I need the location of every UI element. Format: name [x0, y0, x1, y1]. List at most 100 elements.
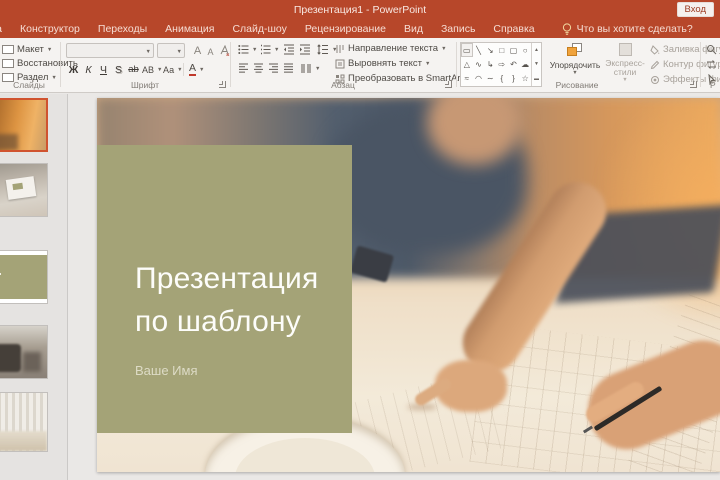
align-right-icon — [269, 63, 278, 73]
character-spacing-button[interactable]: АВ ▼ — [142, 65, 162, 75]
shape-triangle-icon[interactable]: △ — [461, 57, 473, 71]
italic-button[interactable]: К — [81, 62, 96, 77]
font-size-combobox[interactable]: ▼ — [157, 43, 185, 58]
shape-elbow-connector-icon[interactable]: ↳ — [484, 57, 496, 71]
title-bar: Презентация1 - PowerPoint Вход — [0, 0, 720, 20]
slide-canvas[interactable]: Презентация по шаблону Ваше Имя — [97, 98, 720, 472]
slide-thumbnail-1[interactable] — [0, 98, 48, 152]
paragraph-group-label: Абзац — [331, 80, 355, 90]
title-accent-panel[interactable]: Презентация по шаблону Ваше Имя — [97, 145, 352, 433]
columns-icon — [301, 64, 311, 73]
increase-indent-button[interactable] — [299, 44, 311, 55]
drawing-group-label: Рисование — [555, 80, 599, 90]
shape-uturn-arrow-icon[interactable]: ↶ — [508, 57, 520, 71]
chevron-down-icon: ▼ — [425, 60, 431, 67]
quick-styles-button[interactable]: Экспресс-стили ▼ — [604, 43, 646, 83]
shape-oval-icon[interactable]: ○ — [519, 43, 531, 57]
tab-view[interactable]: Вид — [395, 23, 432, 35]
sign-in-button[interactable]: Вход — [676, 2, 714, 17]
tab-help[interactable]: Справка — [484, 23, 543, 35]
tab-transitions[interactable]: Переходы — [89, 23, 156, 35]
tab-design[interactable]: Конструктор — [11, 23, 89, 35]
decrease-indent-icon — [284, 44, 294, 55]
line-spacing-icon — [317, 44, 328, 55]
strikethrough-button[interactable]: ab — [126, 62, 141, 77]
quick-styles-icon — [618, 43, 632, 56]
arrange-icon — [567, 43, 583, 57]
shape-line-icon[interactable]: ╲ — [473, 43, 485, 57]
font-color-button[interactable]: А ▼ — [189, 63, 204, 76]
magnifier-icon — [707, 45, 717, 55]
tab-insert[interactable]: Вставка — [0, 23, 11, 35]
shape-arrow-icon[interactable]: ↘ — [484, 43, 496, 57]
tab-animations[interactable]: Анимация — [156, 23, 223, 35]
numbering-button[interactable]: ▼ — [260, 44, 279, 55]
bullets-button[interactable]: ▼ — [238, 44, 257, 55]
slide-thumbnail-panel[interactable] — [0, 94, 68, 480]
align-text-icon — [335, 59, 345, 68]
shape-text-box-icon[interactable]: ▭ — [461, 43, 473, 58]
tab-review[interactable]: Рецензирование — [296, 23, 395, 35]
ribbon-tab-bar: Вставка Конструктор Переходы Анимация Сл… — [0, 20, 720, 38]
shape-cloud-icon[interactable]: ☁ — [519, 57, 531, 71]
scroll-up-icon[interactable]: ▲ — [532, 43, 541, 57]
slides-group-label: Слайды — [13, 80, 45, 90]
underline-button[interactable]: Ч — [96, 62, 111, 77]
workspace: Презентация по шаблону Ваше Имя — [0, 94, 720, 480]
align-left-button[interactable] — [238, 63, 249, 74]
scroll-down-icon[interactable]: ▼ — [532, 57, 541, 71]
clear-formatting-icon — [220, 45, 230, 56]
shrink-font-button[interactable]: А — [203, 44, 218, 59]
shape-block-arrow-icon[interactable]: ⇨ — [496, 57, 508, 71]
chevron-down-icon: ▼ — [157, 67, 163, 73]
layout-button[interactable]: Макет ▼ — [2, 44, 52, 55]
lightbulb-icon — [562, 22, 571, 35]
chevron-down-icon: ▼ — [252, 46, 258, 53]
increase-indent-icon — [300, 44, 310, 55]
decrease-indent-button[interactable] — [283, 44, 295, 55]
slide-thumbnail-5[interactable] — [0, 392, 48, 452]
chevron-down-icon: ▼ — [46, 46, 53, 53]
text-direction-button[interactable]: Направление текста ▼ — [335, 43, 447, 54]
paragraph-dialog-launcher-icon[interactable] — [445, 81, 452, 88]
align-left-icon — [239, 63, 248, 73]
text-shadow-button[interactable]: S — [111, 62, 126, 77]
bullets-icon — [238, 45, 249, 54]
font-dialog-launcher-icon[interactable] — [219, 81, 226, 88]
slide-thumbnail-4[interactable] — [0, 325, 48, 379]
bold-button[interactable]: Ж — [66, 62, 81, 77]
justify-button[interactable] — [283, 63, 294, 74]
chevron-down-icon: ▼ — [315, 65, 321, 72]
shape-rectangle-icon[interactable]: □ — [496, 43, 508, 57]
numbering-icon — [261, 44, 271, 55]
tell-me-label: Что вы хотите сделать? — [576, 23, 693, 35]
align-text-button[interactable]: Выровнять текст ▼ — [335, 58, 430, 69]
text-direction-icon — [336, 44, 344, 53]
font-name-combobox[interactable]: ▼ — [66, 43, 154, 58]
tab-slideshow[interactable]: Слайд-шоу — [223, 23, 295, 35]
arrange-button[interactable]: Упорядочить ▼ — [548, 43, 602, 76]
paint-bucket-icon — [650, 44, 660, 55]
slide-thumbnail-2[interactable] — [0, 163, 48, 217]
change-case-button[interactable]: Аа ▼ — [163, 65, 183, 75]
replace-icon — [707, 60, 716, 69]
slide-thumbnail-3[interactable] — [0, 250, 48, 304]
align-center-button[interactable] — [253, 63, 264, 74]
window-title: Презентация1 - PowerPoint — [293, 4, 427, 16]
columns-button[interactable]: ▼ — [301, 63, 320, 74]
find-button[interactable] — [706, 44, 717, 55]
slide-title[interactable]: Презентация по шаблону — [135, 257, 318, 343]
replace-button[interactable] — [706, 59, 717, 70]
drawing-dialog-launcher-icon[interactable] — [690, 81, 697, 88]
tell-me-box[interactable]: Что вы хотите сделать? — [562, 22, 693, 36]
reset-icon — [2, 59, 14, 68]
slide-subtitle[interactable]: Ваше Имя — [135, 363, 198, 378]
justify-icon — [284, 63, 293, 73]
font-group-label: Шрифт — [131, 80, 159, 90]
tab-record[interactable]: Запись — [432, 23, 484, 35]
align-right-button[interactable] — [268, 63, 279, 74]
shape-rounded-rectangle-icon[interactable]: ▢ — [508, 43, 520, 57]
shape-freeform-icon[interactable]: ∿ — [473, 57, 485, 71]
layout-icon — [2, 45, 14, 54]
chevron-down-icon: ▼ — [274, 46, 280, 53]
